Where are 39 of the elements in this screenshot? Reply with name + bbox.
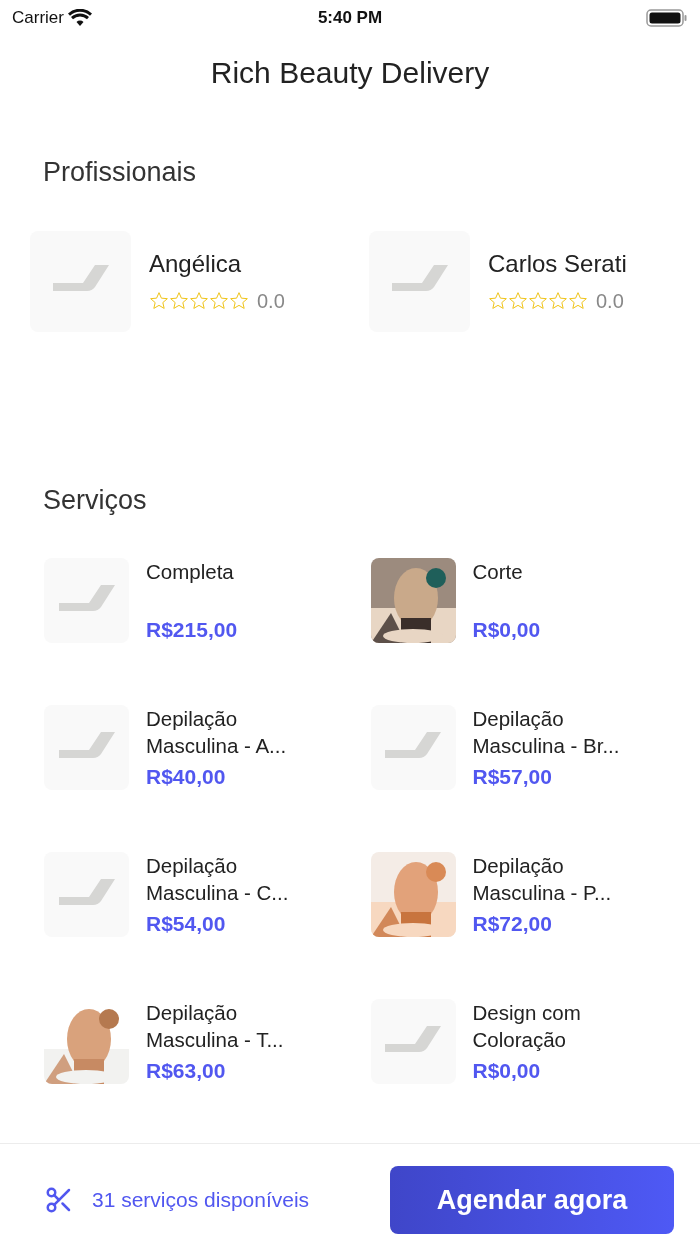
service-price: R$72,00 (472, 911, 553, 937)
service-price: R$57,00 (472, 764, 553, 790)
service-price: R$40,00 (146, 764, 227, 790)
star-icon (568, 291, 588, 311)
service-name[interactable]: Depilação Masculina - Br... (472, 705, 653, 759)
section-heading: Profissionais (43, 156, 198, 189)
rating-value: 0.0 (596, 289, 624, 314)
star-icon (548, 291, 568, 311)
service-price: R$0,00 (472, 617, 542, 643)
carrier-label: Carrier (12, 7, 64, 30)
app-title: Rich Beauty Delivery (210, 54, 490, 91)
section-heading: Serviços (43, 483, 148, 517)
star-icon (528, 291, 548, 311)
star-icon (169, 291, 189, 311)
services-count: 31 serviços disponíveis (92, 1187, 310, 1214)
professional-name[interactable]: Carlos Serati (488, 246, 627, 282)
service-price: R$215,00 (146, 617, 239, 643)
star-icon (209, 291, 229, 311)
professional-name[interactable]: Angélica (149, 246, 285, 282)
wifi-icon (67, 9, 92, 27)
star-icon (229, 291, 249, 311)
service-price: R$63,00 (146, 1058, 227, 1084)
service-name[interactable]: Depilação Masculina - C... (146, 852, 326, 906)
service-price: R$54,00 (146, 911, 227, 937)
service-name[interactable]: Depilação Masculina - A... (146, 705, 326, 759)
service-name[interactable]: Corte (472, 558, 653, 585)
star-icon (508, 291, 528, 311)
service-price: R$0,00 (472, 1058, 542, 1084)
service-name[interactable]: Depilação Masculina - T... (146, 999, 326, 1053)
service-name[interactable]: Completa (146, 558, 326, 585)
star-icon (488, 291, 508, 311)
schedule-button[interactable]: Agendar agora (390, 1166, 674, 1234)
star-icon (189, 291, 209, 311)
service-name[interactable]: Design com Coloração (472, 999, 653, 1053)
star-icon (149, 291, 169, 311)
rating-value: 0.0 (257, 289, 285, 314)
clock: 5:40 PM (317, 7, 383, 30)
service-name[interactable]: Depilação Masculina - P... (472, 852, 653, 906)
battery-icon (646, 8, 688, 28)
